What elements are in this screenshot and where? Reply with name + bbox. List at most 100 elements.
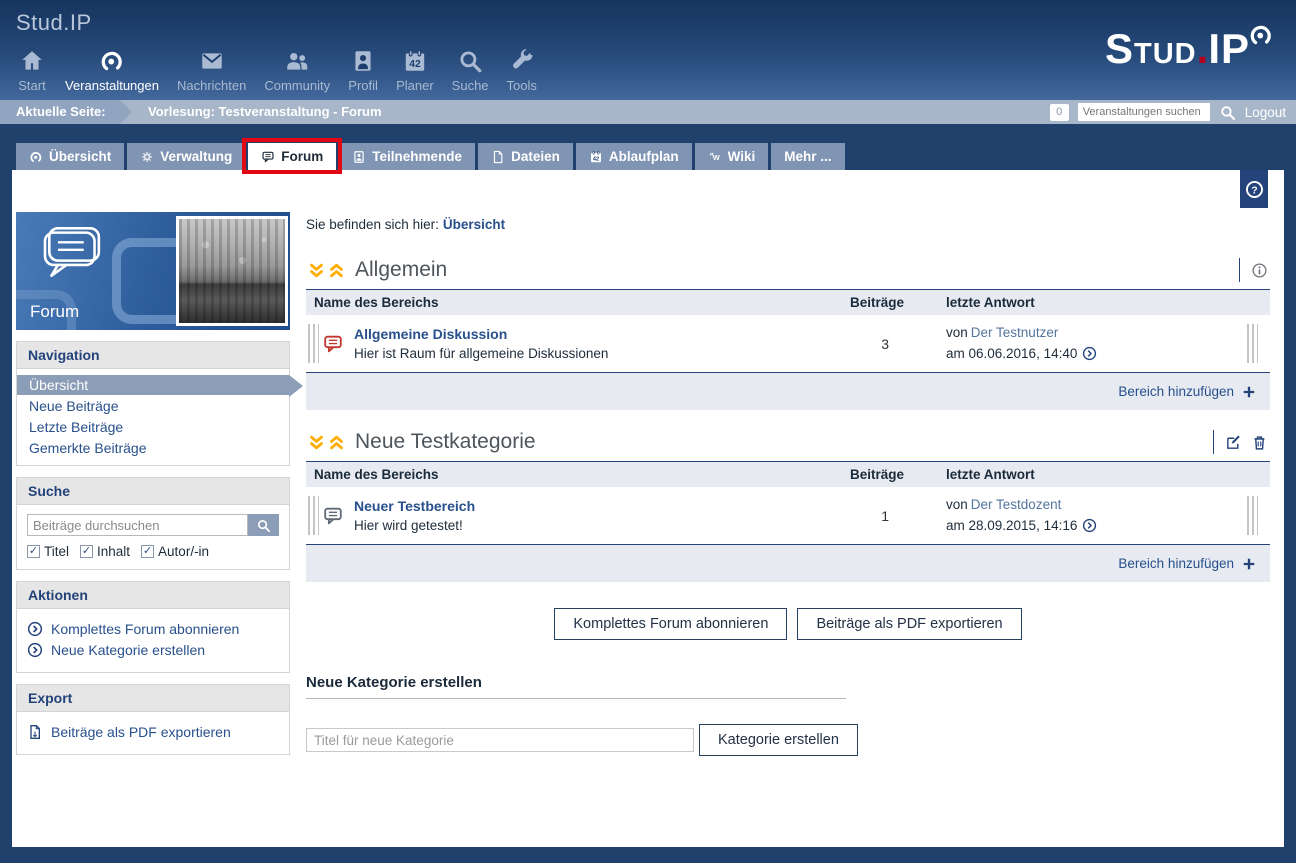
arrow-circle-icon xyxy=(27,621,43,637)
new-category-title-input[interactable] xyxy=(306,728,694,752)
nav-item-tools[interactable]: Tools xyxy=(498,48,546,93)
drag-handle[interactable] xyxy=(308,496,319,535)
content-area: Forum Navigation Übersicht Neue Beiträge… xyxy=(12,170,1284,847)
calendar-icon xyxy=(402,48,428,74)
tab-teilnehmende[interactable]: Teilnehmende xyxy=(339,143,475,170)
location-link-uebersicht[interactable]: Übersicht xyxy=(443,217,505,232)
nav-item-nachrichten[interactable]: Nachrichten xyxy=(168,48,255,93)
table-row: Allgemeine Diskussion Hier ist Raum für … xyxy=(306,315,1270,373)
action-subscribe-forum[interactable]: Komplettes Forum abonnieren xyxy=(27,621,279,637)
expand-all-icon[interactable] xyxy=(328,434,345,451)
goto-post-icon[interactable] xyxy=(1082,346,1097,361)
search-icon xyxy=(457,48,483,74)
action-export-pdf[interactable]: Beiträge als PDF exportieren xyxy=(27,724,279,740)
widget-title: Aktionen xyxy=(17,582,289,609)
checkbox-checked-icon xyxy=(141,545,154,558)
area-link[interactable]: Allgemeine Diskussion xyxy=(354,326,507,342)
table-header-row: Name des Bereichs Beiträge letzte Antwor… xyxy=(306,462,1270,487)
goto-post-icon[interactable] xyxy=(1082,518,1097,533)
action-new-category[interactable]: Neue Kategorie erstellen xyxy=(27,642,279,658)
sidebar-item-gemerkte-beitraege[interactable]: Gemerkte Beiträge xyxy=(17,438,289,458)
message-counter-badge[interactable]: 0 xyxy=(1050,104,1069,121)
drag-handle[interactable] xyxy=(1247,324,1258,363)
profile-icon xyxy=(350,48,376,74)
sidebar-item-neue-beitraege[interactable]: Neue Beiträge xyxy=(17,396,289,416)
checkbox-checked-icon xyxy=(27,545,40,558)
nav-item-community[interactable]: Community xyxy=(255,48,339,93)
tab-dateien[interactable]: Dateien xyxy=(478,143,573,170)
nav-item-start[interactable]: Start xyxy=(8,48,56,93)
nav-item-planer[interactable]: Planer xyxy=(387,48,443,93)
tab-ablaufplan[interactable]: Ablaufplan xyxy=(576,143,692,170)
add-area-link[interactable]: Bereich hinzufügen xyxy=(1118,556,1256,571)
info-icon[interactable] xyxy=(1251,262,1268,279)
checkbox-titel[interactable]: Titel xyxy=(27,544,69,559)
forum-action-buttons: Komplettes Forum abonnieren Beiträge als… xyxy=(306,608,1270,640)
nav-label: Tools xyxy=(507,78,537,93)
speech-bubble-icon xyxy=(322,505,344,527)
answer-date: am 06.06.2016, 14:40 xyxy=(946,346,1077,361)
nav-item-suche[interactable]: Suche xyxy=(443,48,498,93)
main-navigation: Start Veranstaltungen Nachrichten Commun… xyxy=(8,48,546,93)
tab-mehr[interactable]: Mehr ... xyxy=(771,143,844,170)
sidebar-item-letzte-beitraege[interactable]: Letzte Beiträge xyxy=(17,417,289,437)
export-pdf-button[interactable]: Beiträge als PDF exportieren xyxy=(797,608,1021,640)
breadcrumb-bar: Aktuelle Seite: Vorlesung: Testveranstal… xyxy=(0,100,1296,124)
nav-label: Profil xyxy=(348,78,378,93)
drag-handle[interactable] xyxy=(1247,496,1258,535)
tab-label: Übersicht xyxy=(49,149,111,164)
speech-bubble-icon xyxy=(261,150,275,164)
category-neue-testkategorie: Neue Testkategorie Name des Bereichs Bei… xyxy=(306,426,1270,582)
trash-icon[interactable] xyxy=(1251,434,1268,451)
checkbox-label: Titel xyxy=(44,544,69,559)
logout-link[interactable]: Logout xyxy=(1245,105,1286,120)
expand-all-icon[interactable] xyxy=(328,262,345,279)
column-header-last-answer: letzte Antwort xyxy=(934,295,1270,310)
checkbox-inhalt[interactable]: Inhalt xyxy=(80,544,130,559)
sidebar-item-uebersicht[interactable]: Übersicht xyxy=(17,375,289,395)
column-header-name: Name des Bereichs xyxy=(306,295,804,310)
search-icon[interactable] xyxy=(1219,104,1236,121)
checkbox-label: Autor/-in xyxy=(158,544,209,559)
collapse-all-icon[interactable] xyxy=(308,262,325,279)
tab-uebersicht[interactable]: Übersicht xyxy=(16,143,124,170)
search-widget: Suche Titel xyxy=(16,477,290,570)
nav-label: Start xyxy=(18,78,45,93)
wrench-icon xyxy=(509,48,535,74)
answer-author-link[interactable]: Der Testdozent xyxy=(971,497,1062,512)
breadcrumb-current-page: Vorlesung: Testveranstaltung - Forum xyxy=(148,100,382,124)
create-category-button[interactable]: Kategorie erstellen xyxy=(699,724,858,756)
studip-logo-text: Stud.IP xyxy=(16,10,92,36)
spiral-icon xyxy=(99,48,125,74)
area-description: Hier ist Raum für allgemeine Diskussione… xyxy=(354,346,608,361)
answer-date: am 28.09.2015, 14:16 xyxy=(946,518,1077,533)
subscribe-forum-button[interactable]: Komplettes Forum abonnieren xyxy=(554,608,787,640)
drag-handle[interactable] xyxy=(308,324,319,363)
forum-search-button[interactable] xyxy=(248,514,279,536)
tab-wiki[interactable]: Wiki xyxy=(695,143,769,170)
edit-icon[interactable] xyxy=(1225,434,1242,451)
tab-label: Ablaufplan xyxy=(609,149,679,164)
nav-item-veranstaltungen[interactable]: Veranstaltungen xyxy=(56,48,168,93)
forum-search-input[interactable] xyxy=(27,514,248,536)
people-icon xyxy=(284,48,310,74)
person-card-icon xyxy=(352,150,366,164)
location-prefix: Sie befinden sich hier: xyxy=(306,217,439,232)
tab-verwaltung[interactable]: Verwaltung xyxy=(127,143,245,170)
tab-forum[interactable]: Forum xyxy=(248,143,336,170)
create-category-heading: Neue Kategorie erstellen xyxy=(306,674,846,699)
nav-item-profil[interactable]: Profil xyxy=(339,48,387,93)
table-footer-row: Bereich hinzufügen xyxy=(306,545,1270,582)
course-search-input[interactable] xyxy=(1078,103,1210,121)
column-header-posts: Beiträge xyxy=(804,295,934,310)
checkbox-checked-icon xyxy=(80,545,93,558)
checkbox-autor[interactable]: Autor/-in xyxy=(141,544,209,559)
add-area-link[interactable]: Bereich hinzufügen xyxy=(1118,384,1256,399)
spiral-icon xyxy=(1248,22,1274,48)
course-tab-bar: Übersicht Verwaltung Forum Teilnehmende … xyxy=(16,143,845,170)
plus-icon xyxy=(1242,557,1256,571)
area-link[interactable]: Neuer Testbereich xyxy=(354,498,475,514)
answer-author-link[interactable]: Der Testnutzer xyxy=(971,325,1059,340)
spiral-icon xyxy=(29,150,43,164)
collapse-all-icon[interactable] xyxy=(308,434,325,451)
